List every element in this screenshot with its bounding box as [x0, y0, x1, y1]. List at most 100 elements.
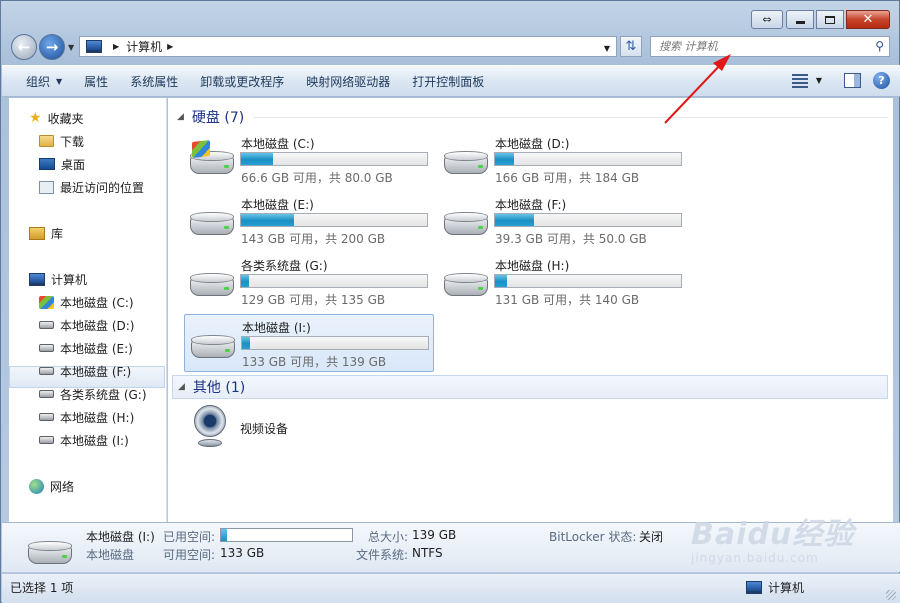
sidebar-item-downloads[interactable]: 下载	[39, 131, 84, 151]
drive-tile-d[interactable]: 本地磁盘 (D:) 166 GB 可用，共 184 GB	[438, 131, 688, 189]
drive-size: 129 GB 可用，共 135 GB	[241, 293, 386, 307]
restore-button[interactable]: ⇔	[751, 10, 783, 29]
sidebar-item-desktop[interactable]: 桌面	[39, 154, 85, 174]
computer-icon	[86, 40, 102, 53]
sidebar-item-libraries[interactable]: 库	[29, 223, 63, 243]
hard-drive-icon	[188, 212, 236, 242]
sidebar-item-drive-d[interactable]: 本地磁盘 (D:)	[39, 315, 134, 335]
drive-name: 本地磁盘 (H:)	[495, 259, 570, 273]
breadcrumb-separator-icon[interactable]: ▶	[167, 42, 173, 51]
sidebar-item-label: 本地磁盘 (H:)	[60, 410, 135, 425]
uninstall-program-button[interactable]: 卸载或更改程序	[189, 66, 295, 96]
collapse-triangle-icon[interactable]: ◢	[178, 382, 185, 392]
system-drive-icon	[188, 140, 236, 181]
usage-bar-fill	[242, 337, 250, 349]
usage-bar	[240, 213, 428, 227]
usage-bar	[240, 274, 428, 288]
sidebar-item-drive-f[interactable]: 本地磁盘 (F:)	[39, 361, 131, 381]
address-dropdown-icon[interactable]: ▼	[604, 44, 610, 53]
hard-drive-icon	[188, 273, 236, 303]
details-total-value: 139 GB	[412, 528, 457, 542]
sidebar-item-drive-i[interactable]: 本地磁盘 (I:)	[39, 430, 129, 450]
details-used-label: 已用空间:	[163, 530, 216, 544]
usage-bar-fill	[241, 214, 294, 226]
usage-bar-fill	[241, 275, 250, 287]
download-folder-icon	[39, 135, 54, 147]
drive-tile-e[interactable]: 本地磁盘 (E:) 143 GB 可用，共 200 GB	[184, 192, 434, 250]
sidebar-item-computer[interactable]: 计算机	[29, 269, 87, 289]
close-icon: ✕	[862, 12, 874, 27]
drive-name: 本地磁盘 (D:)	[495, 137, 570, 151]
computer-icon	[29, 272, 45, 286]
refresh-button[interactable]: ⇅	[620, 36, 642, 57]
resize-grip[interactable]	[886, 590, 896, 600]
network-icon	[29, 478, 44, 494]
content-pane: ◢ 硬盘 (7) 本地磁盘 (C:) 66.6 GB 可用，共 80.0 GB 本…	[168, 98, 893, 522]
drive-name: 各类系统盘 (G:)	[241, 259, 328, 273]
details-bitlocker-label: BitLocker 状态:	[549, 530, 637, 544]
drive-tile-f[interactable]: 本地磁盘 (F:) 39.3 GB 可用，共 50.0 GB	[438, 192, 688, 250]
status-location: 计算机	[746, 579, 804, 596]
close-button[interactable]: ✕	[846, 10, 890, 29]
recent-pages-dropdown-icon[interactable]: ▼	[68, 43, 74, 52]
drive-tile-h[interactable]: 本地磁盘 (H:) 131 GB 可用，共 140 GB	[438, 253, 688, 311]
webcam-icon[interactable]	[192, 403, 228, 451]
details-total-label: 总大小:	[368, 530, 409, 544]
map-network-drive-label: 映射网络驱动器	[306, 74, 391, 89]
hard-drives-group-header[interactable]: ◢ 硬盘 (7)	[172, 105, 888, 129]
collapse-triangle-icon[interactable]: ◢	[177, 112, 184, 122]
hard-drive-icon	[442, 212, 490, 242]
usage-bar	[494, 213, 682, 227]
open-control-panel-button[interactable]: 打开控制面板	[401, 66, 495, 96]
back-button[interactable]: ←	[11, 34, 37, 60]
forward-button[interactable]: →	[39, 34, 65, 60]
sidebar-item-drive-g[interactable]: 各类系统盘 (G:)	[39, 384, 147, 404]
maximize-icon	[825, 15, 835, 24]
minimize-button[interactable]	[786, 10, 814, 29]
organize-label: 组织	[26, 74, 51, 89]
maximize-button[interactable]	[816, 10, 844, 29]
sidebar-item-label: 下载	[60, 134, 85, 149]
sidebar-item-favorites[interactable]: ★ 收藏夹	[29, 108, 84, 128]
details-filesystem-value: NTFS	[412, 546, 443, 560]
hard-drive-icon	[39, 413, 54, 421]
sidebar-item-recent-places[interactable]: 最近访问的位置	[39, 177, 144, 197]
other-group-header[interactable]: ◢ 其他 (1)	[172, 375, 888, 399]
search-box[interactable]: ⚲	[650, 36, 890, 57]
organize-menu[interactable]: 组织 ▼	[2, 66, 73, 96]
drive-tile-i[interactable]: 本地磁盘 (I:) 133 GB 可用，共 139 GB	[184, 314, 434, 372]
chevron-down-icon: ▼	[56, 76, 63, 86]
breadcrumb-separator-icon[interactable]: ▶	[113, 42, 119, 51]
usage-bar-fill	[495, 153, 514, 165]
sidebar-item-network[interactable]: 网络	[29, 476, 74, 496]
drive-size: 131 GB 可用，共 140 GB	[495, 293, 640, 307]
drive-size: 39.3 GB 可用，共 50.0 GB	[495, 232, 647, 246]
sidebar-item-drive-e[interactable]: 本地磁盘 (E:)	[39, 338, 133, 358]
restore-icon: ⇔	[762, 13, 772, 26]
sidebar-item-drive-c[interactable]: 本地磁盘 (C:)	[39, 292, 134, 312]
search-icon[interactable]: ⚲	[875, 39, 884, 53]
sidebar-item-drive-h[interactable]: 本地磁盘 (H:)	[39, 407, 134, 427]
sidebar-item-label: 收藏夹	[47, 111, 84, 126]
map-network-drive-button[interactable]: 映射网络驱动器	[295, 66, 401, 96]
change-view-button[interactable]: ▼	[791, 73, 822, 88]
address-bar[interactable]: ▶ 计算机 ▶ ▼	[79, 36, 617, 57]
drive-tile-c[interactable]: 本地磁盘 (C:) 66.6 GB 可用，共 80.0 GB	[184, 131, 434, 189]
preview-pane-icon[interactable]	[844, 73, 861, 88]
system-properties-label: 系统属性	[130, 74, 179, 89]
system-properties-button[interactable]: 系统属性	[119, 66, 189, 96]
video-device-label[interactable]: 视频设备	[240, 420, 288, 437]
usage-bar-fill	[495, 214, 535, 226]
status-bar: 已选择 1 项 计算机	[2, 573, 900, 603]
address-location[interactable]: 计算机	[126, 38, 162, 55]
search-input[interactable]	[659, 40, 859, 53]
drive-size: 143 GB 可用，共 200 GB	[241, 232, 386, 246]
refresh-icon: ⇅	[625, 39, 637, 54]
usage-bar	[241, 336, 429, 350]
drive-tile-g[interactable]: 各类系统盘 (G:) 129 GB 可用，共 135 GB	[184, 253, 434, 311]
hard-drive-icon	[189, 335, 237, 365]
properties-button[interactable]: 属性	[73, 66, 119, 96]
drive-name: 本地磁盘 (E:)	[241, 198, 314, 212]
hard-drive-icon	[39, 436, 54, 444]
help-icon[interactable]: ?	[873, 72, 890, 89]
